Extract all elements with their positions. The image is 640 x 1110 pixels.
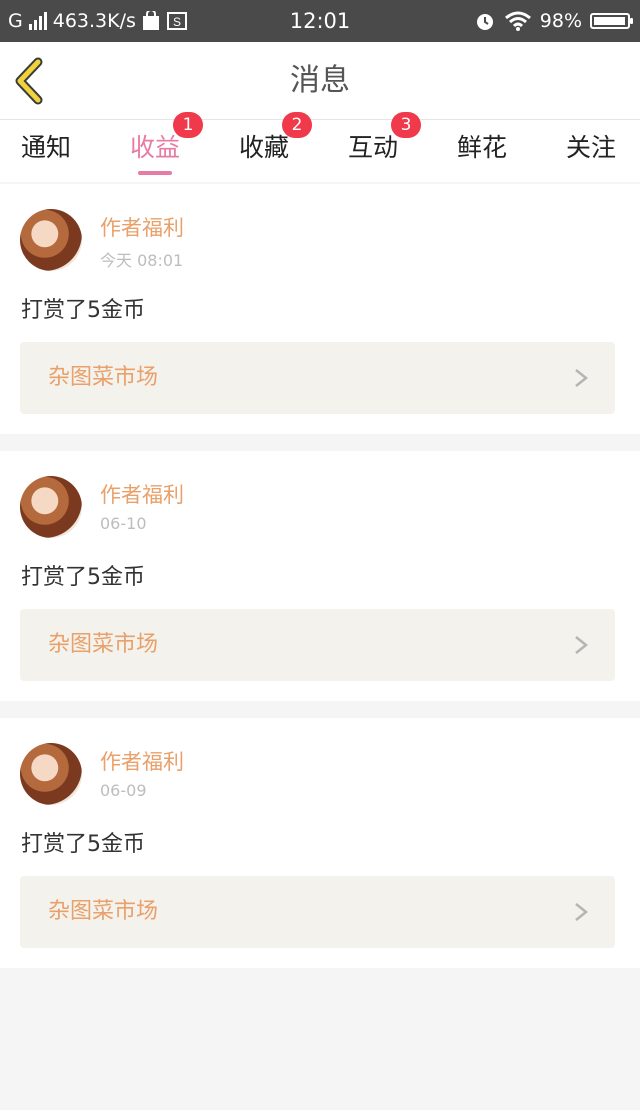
message-card: 作者福利 今天 08:01 打赏了5金币 杂图菜市场 [0,184,640,434]
tab-notifications[interactable]: 通知 [20,120,72,182]
nav-bar: 消息 [0,42,640,120]
chevron-right-icon [575,636,589,654]
tab-label: 收藏 [238,133,289,162]
album-link-label: 杂图菜市场 [48,632,159,657]
avatar[interactable] [20,476,82,538]
chevron-right-icon [575,903,589,921]
chevron-right-icon [575,369,589,387]
tab-label: 通知 [20,133,71,162]
album-link-label: 杂图菜市场 [48,899,159,924]
author-name[interactable]: 作者福利 [100,212,184,242]
page-title: 消息 [290,63,350,98]
alarm-icon [476,14,493,30]
album-link[interactable]: 杂图菜市场 [20,609,615,681]
message-text: 打赏了5金币 [21,565,145,590]
tab-badge: 1 [173,112,203,138]
tab-badge: 3 [391,112,421,138]
avatar[interactable] [20,743,82,805]
tab-flowers[interactable]: 鲜花 [456,120,508,182]
avatar[interactable] [20,209,82,271]
message-date: 06-09 [100,781,147,800]
message-card: 作者福利 06-09 打赏了5金币 杂图菜市场 [0,718,640,968]
album-link[interactable]: 杂图菜市场 [20,342,615,414]
tab-earnings[interactable]: 收益 1 [129,112,203,182]
wifi-icon [504,11,531,31]
status-bar: G 463.3K/s S 12:01 98% [0,0,640,42]
tab-label: 收益 [129,133,180,162]
message-date: 今天 08:01 [100,251,184,270]
message-card: 作者福利 06-10 打赏了5金币 杂图菜市场 [0,451,640,701]
tab-favorites[interactable]: 收藏 2 [238,112,312,182]
album-link[interactable]: 杂图菜市场 [20,876,615,948]
tab-bar: 通知 收益 1 收藏 2 互动 3 鲜花 关注 [0,112,640,182]
message-text: 打赏了5金币 [21,298,145,323]
battery-icon [590,13,633,29]
active-tab-indicator [138,171,172,175]
message-date: 06-10 [100,514,147,533]
tab-label: 关注 [565,133,616,162]
tab-badge: 2 [282,112,312,138]
tab-interactions[interactable]: 互动 3 [347,112,421,182]
album-link-label: 杂图菜市场 [48,365,159,390]
tab-label: 互动 [347,133,398,162]
author-name[interactable]: 作者福利 [100,746,184,776]
tab-label: 鲜花 [456,133,507,162]
author-name[interactable]: 作者福利 [100,479,184,509]
message-text: 打赏了5金币 [21,832,145,857]
battery-percent: 98% [539,10,582,32]
tab-following[interactable]: 关注 [565,120,617,182]
